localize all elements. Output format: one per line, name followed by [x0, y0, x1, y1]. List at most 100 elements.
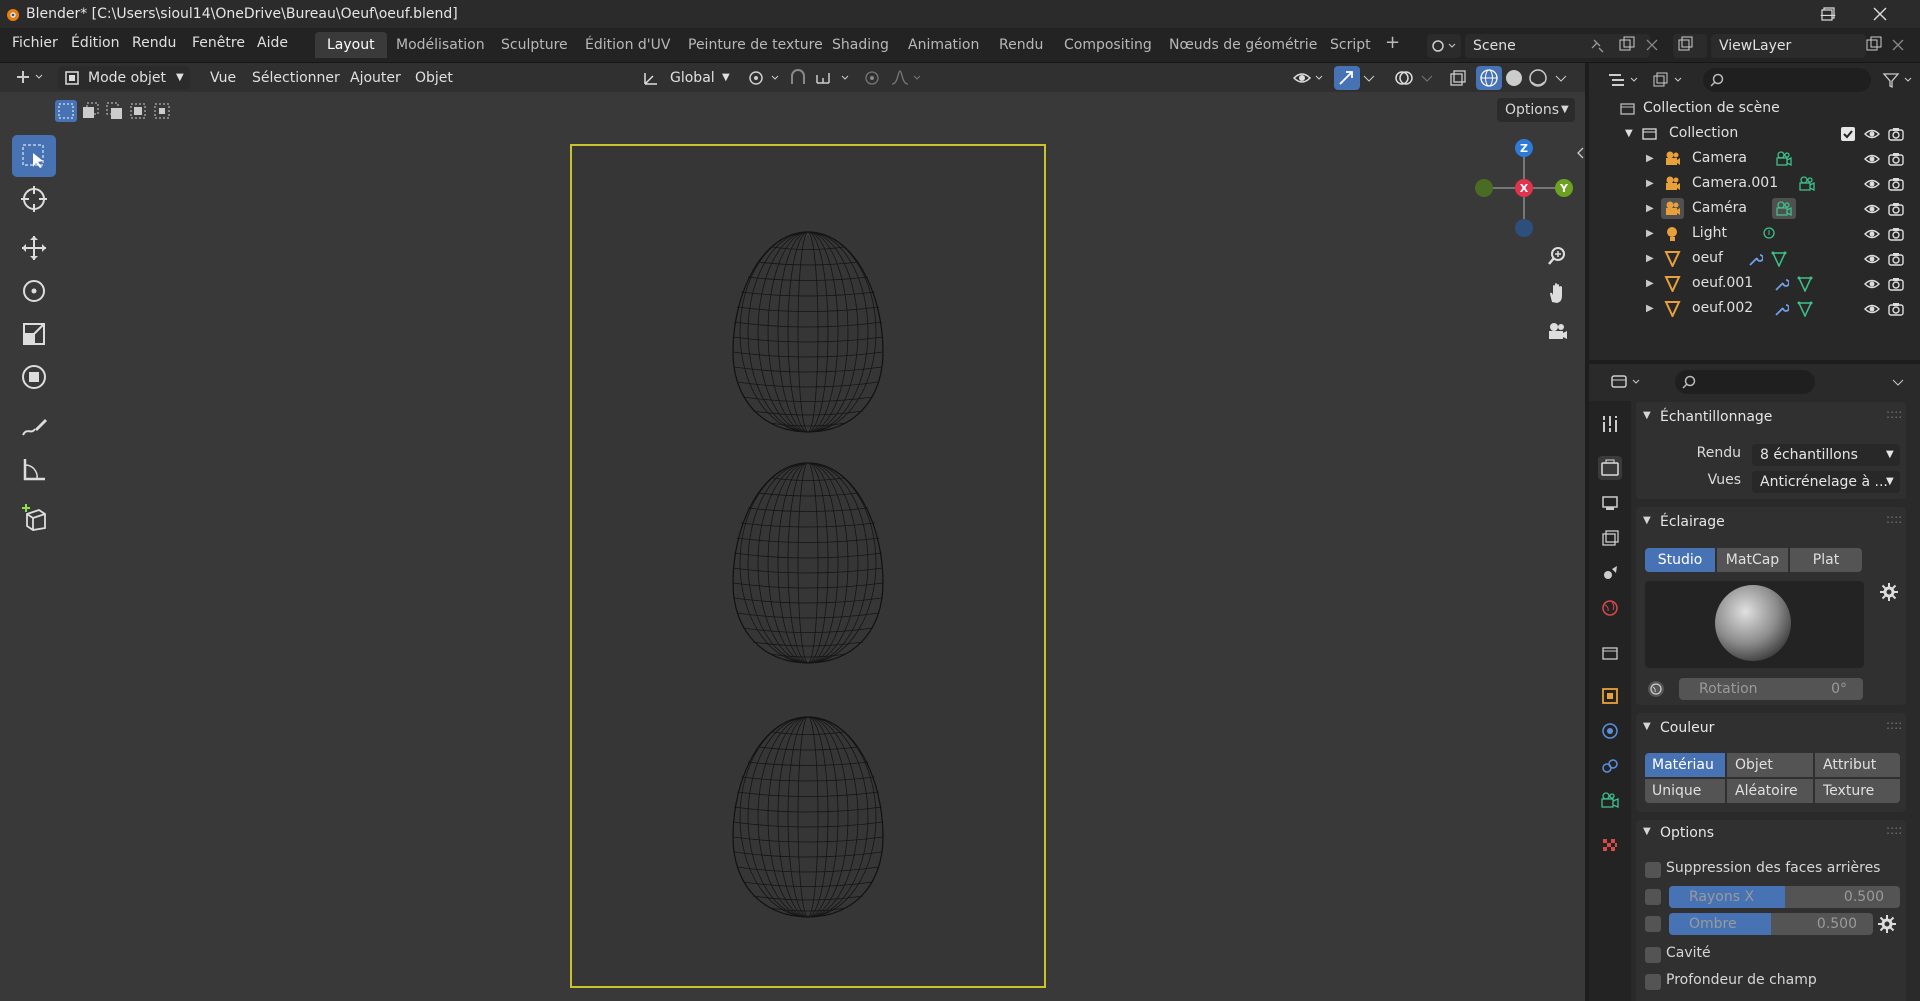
measure-tool[interactable] — [12, 449, 56, 491]
view-layer-field[interactable]: ViewLayer — [1711, 34, 1866, 58]
xray-checkbox[interactable] — [1645, 889, 1661, 905]
new-scene-icon[interactable] — [1618, 36, 1636, 54]
rotation-slider[interactable]: Rotation 0° — [1679, 678, 1863, 700]
visibility-icon[interactable] — [1292, 68, 1326, 88]
navigation-gizmo[interactable]: Z Y X — [1468, 136, 1580, 242]
tab-noeuds-geometrie[interactable]: Nœuds de géométrie — [1157, 32, 1329, 58]
modifier-wrench-icon[interactable] — [1773, 301, 1789, 317]
shading-wireframe-button[interactable] — [1476, 66, 1502, 90]
outliner-item-oeuf-002[interactable]: ▶ oeuf.002 — [1589, 296, 1920, 321]
eye-icon[interactable] — [1864, 176, 1880, 192]
select-intersect-icon[interactable] — [151, 100, 173, 122]
tab-texture[interactable] — [1598, 834, 1622, 858]
pan-button[interactable] — [1542, 278, 1572, 308]
move-tool[interactable] — [12, 227, 56, 269]
tab-compositing[interactable]: Compositing — [1052, 32, 1164, 58]
expand-arrow-icon[interactable]: ▶ — [1646, 271, 1654, 296]
add-workspace-icon[interactable]: + — [1385, 32, 1400, 53]
drag-handle-icon[interactable]: :::: — [1886, 823, 1902, 837]
rotate-tool[interactable] — [12, 270, 56, 312]
display-mode-button[interactable] — [1649, 68, 1687, 92]
view-layer-selector-button[interactable] — [1673, 34, 1707, 58]
drag-handle-icon[interactable]: :::: — [1886, 407, 1902, 421]
tab-object-data[interactable] — [1598, 789, 1622, 813]
pin-icon[interactable] — [1589, 38, 1605, 54]
menu-fenetre[interactable]: Fenêtre — [192, 35, 245, 51]
tab-animation[interactable]: Animation — [896, 32, 991, 58]
tab-tool[interactable] — [1598, 412, 1622, 436]
checkbox-checked-icon[interactable] — [1840, 126, 1856, 142]
tab-edition-uv[interactable]: Édition d'UV — [573, 32, 682, 58]
viewport-aa-dropdown[interactable]: Anticrénelage à ... ▼ — [1752, 471, 1900, 493]
annotate-tool[interactable] — [12, 405, 56, 447]
remove-view-layer-icon[interactable] — [1891, 38, 1905, 52]
eye-icon[interactable] — [1864, 301, 1880, 317]
gizmo-toggle-button[interactable] — [1334, 66, 1360, 90]
properties-editor-type-icon[interactable] — [1609, 372, 1645, 392]
render-camera-icon[interactable] — [1888, 151, 1904, 167]
menu-aide[interactable]: Aide — [257, 35, 288, 51]
lighting-matcap-button[interactable]: MatCap — [1717, 548, 1788, 572]
expand-arrow-icon[interactable]: ▶ — [1646, 296, 1654, 321]
chevron-down-icon[interactable] — [1420, 71, 1434, 85]
outliner-item-camera-active[interactable]: ▶ Caméra — [1589, 196, 1920, 221]
expand-arrow-icon[interactable]: ▶ — [1646, 171, 1654, 196]
color-object-button[interactable]: Objet — [1727, 753, 1813, 777]
tab-modelisation[interactable]: Modélisation — [384, 32, 497, 58]
gear-icon[interactable] — [1877, 914, 1897, 934]
menu-fichier[interactable]: Fichier — [12, 35, 58, 51]
expand-arrow-icon[interactable]: ▶ — [1646, 146, 1654, 171]
material-sphere-icon[interactable] — [1528, 68, 1548, 88]
outliner-item-oeuf[interactable]: ▶ oeuf — [1589, 246, 1920, 271]
color-title[interactable]: Couleur — [1660, 720, 1714, 736]
camera-data-icon[interactable] — [1776, 201, 1792, 217]
eye-icon[interactable] — [1864, 226, 1880, 242]
orientation-selector[interactable]: Global ▼ — [638, 66, 734, 90]
world-space-lighting-icon[interactable] — [1646, 679, 1666, 699]
eye-icon[interactable] — [1864, 251, 1880, 267]
outliner-item-camera-001[interactable]: ▶ Camera.001 — [1589, 171, 1920, 196]
tab-shading[interactable]: Shading — [820, 32, 901, 58]
dof-checkbox[interactable] — [1645, 974, 1661, 990]
transform-tool[interactable] — [12, 356, 56, 398]
filter-icon[interactable] — [1881, 71, 1917, 89]
tab-sculpture[interactable]: Sculpture — [489, 32, 580, 58]
expand-arrow-icon[interactable]: ▶ — [1646, 221, 1654, 246]
render-camera-icon[interactable] — [1888, 226, 1904, 242]
chevron-down-icon[interactable]: ▼ — [1643, 826, 1651, 837]
light-data-icon[interactable] — [1761, 226, 1777, 242]
studio-light-preview[interactable] — [1645, 581, 1864, 668]
tab-rendu[interactable]: Rendu — [987, 32, 1055, 58]
render-camera-icon[interactable] — [1888, 126, 1904, 142]
outliner-search-input[interactable] — [1703, 68, 1871, 92]
gizmo-neg-y-axis[interactable] — [1475, 179, 1493, 197]
modifier-wrench-icon[interactable] — [1747, 251, 1763, 267]
properties-search-input[interactable] — [1675, 370, 1815, 394]
color-material-button[interactable]: Matériau — [1645, 753, 1725, 777]
tab-scene[interactable] — [1598, 561, 1622, 585]
overlays-icon[interactable] — [1394, 68, 1414, 88]
falloff-icon[interactable] — [890, 68, 924, 88]
expand-arrow-icon[interactable]: ▶ — [1646, 246, 1654, 271]
cavity-checkbox[interactable] — [1645, 947, 1661, 963]
eye-icon[interactable] — [1864, 151, 1880, 167]
mode-selector[interactable]: Mode objet ▼ — [58, 66, 190, 90]
scene-selector-button[interactable] — [1427, 34, 1461, 58]
tab-physics[interactable] — [1598, 719, 1622, 743]
chevron-down-icon[interactable] — [1554, 71, 1568, 85]
cursor-tool[interactable] — [12, 178, 56, 220]
lighting-studio-button[interactable]: Studio — [1645, 548, 1715, 572]
expand-arrow-icon[interactable]: ▼ — [1625, 121, 1633, 146]
remove-scene-icon[interactable] — [1645, 38, 1659, 52]
chevron-down-icon[interactable] — [1891, 375, 1905, 389]
egg-oeuf-002[interactable] — [732, 716, 884, 918]
egg-oeuf[interactable] — [732, 231, 884, 433]
sidebar-toggle-icon[interactable] — [1575, 146, 1585, 160]
scale-tool[interactable] — [12, 313, 56, 355]
tab-world[interactable] — [1598, 596, 1622, 620]
select-subtract-icon[interactable] — [103, 100, 125, 122]
outliner-scene-collection[interactable]: Collection de scène — [1589, 96, 1920, 121]
color-single-button[interactable]: Unique — [1645, 779, 1725, 803]
modifier-wrench-icon[interactable] — [1773, 276, 1789, 292]
color-texture-button[interactable]: Texture — [1815, 779, 1900, 803]
